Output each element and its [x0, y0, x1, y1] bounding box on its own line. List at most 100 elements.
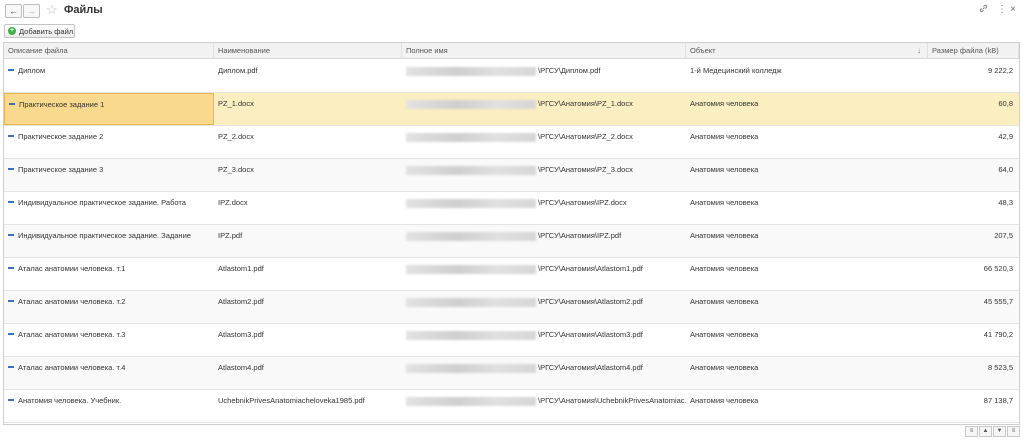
cell-name[interactable]: IPZ.pdf: [214, 225, 402, 257]
column-header-name[interactable]: Наименование: [214, 43, 402, 59]
cell-object[interactable]: Анатомия человека: [686, 258, 928, 290]
add-file-button[interactable]: + Добавить файл: [4, 24, 75, 38]
scroll-last-button[interactable]: ≡: [1007, 426, 1020, 437]
title-bar: ← → ☆ Файлы ⋮ ×: [0, 0, 1023, 22]
cell-full-path[interactable]: \РГСУ\Анатомия\Atlastom4.pdf: [402, 357, 686, 389]
forward-arrow-icon[interactable]: →: [23, 4, 40, 18]
description-text: Анатомия человека. Учебник.: [18, 396, 122, 405]
cell-object[interactable]: Анатомия человека: [686, 324, 928, 356]
cell-full-path[interactable]: \РГСУ\Анатомия\PZ_1.docx: [402, 93, 686, 125]
column-header-description[interactable]: Описание файла: [4, 43, 214, 59]
cell-full-path[interactable]: \РГСУ\Анатомия\IPZ.docx: [402, 192, 686, 224]
cell-description[interactable]: Индивидуальное практическое задание. Зад…: [4, 225, 214, 257]
cell-name[interactable]: PZ_1.docx: [214, 93, 402, 125]
column-header-object[interactable]: Объект ↓: [686, 43, 928, 59]
table-row[interactable]: Диплом Диплом.pdf \РГСУ\Диплом.pdf 1-й Меде…: [4, 60, 1019, 93]
cell-size[interactable]: 87 138,7: [928, 390, 1019, 422]
star-icon[interactable]: ☆: [46, 3, 58, 17]
redacted-path-prefix: [406, 99, 536, 109]
table-row[interactable]: Индивидуальное практическое задание. Раб…: [4, 192, 1019, 225]
cell-description[interactable]: Практическое задание 1: [4, 93, 214, 125]
cell-object[interactable]: Анатомия человека: [686, 291, 928, 323]
description-text: Диплом: [18, 66, 46, 75]
row-marker-icon: [8, 333, 14, 336]
plus-circle-icon: +: [8, 27, 16, 35]
cell-size[interactable]: 45 555,7: [928, 291, 1019, 323]
cell-description[interactable]: Аталас анатомии человека. т.4: [4, 357, 214, 389]
path-suffix-text: \РГСУ\Анатомия\Atlastom4.pdf: [538, 363, 643, 372]
scroll-first-button[interactable]: ≡: [965, 426, 978, 437]
cell-description[interactable]: Аталас анатомии человека. т.3: [4, 324, 214, 356]
table-row[interactable]: Практическое задание 1 PZ_1.docx \РГСУ\Ана…: [4, 93, 1019, 126]
cell-name[interactable]: Atlastom2.pdf: [214, 291, 402, 323]
redacted-path-prefix: [406, 165, 536, 175]
cell-description[interactable]: Анатомия человека. Учебник.: [4, 390, 214, 422]
cell-size[interactable]: 41 790,2: [928, 324, 1019, 356]
row-marker-icon: [8, 168, 14, 171]
table-row[interactable]: Анатомия человека. Учебник. UchebnikPrive…: [4, 390, 1019, 423]
cell-name[interactable]: PZ_2.docx: [214, 126, 402, 158]
redacted-path-prefix: [406, 363, 536, 373]
cell-object[interactable]: Анатомия человека: [686, 93, 928, 125]
table-row[interactable]: Аталас анатомии человека. т.4 Atlastom4.p…: [4, 357, 1019, 390]
cell-size[interactable]: 66 520,3: [928, 258, 1019, 290]
cell-description[interactable]: Диплом: [4, 60, 214, 92]
cell-full-path[interactable]: \РГСУ\Анатомия\UchebnikPrivesAnatomiac..…: [402, 390, 686, 422]
cell-size[interactable]: 48,3: [928, 192, 1019, 224]
cell-full-path[interactable]: \РГСУ\Анатомия\Atlastom2.pdf: [402, 291, 686, 323]
cell-name[interactable]: Atlastom3.pdf: [214, 324, 402, 356]
path-suffix-text: \РГСУ\Диплом.pdf: [538, 66, 601, 75]
cell-size[interactable]: 64,0: [928, 159, 1019, 191]
cell-full-path[interactable]: \РГСУ\Анатомия\Atlastom3.pdf: [402, 324, 686, 356]
row-marker-icon: [8, 69, 14, 72]
path-suffix-text: \РГСУ\Анатомия\Atlastom2.pdf: [538, 297, 643, 306]
cell-name[interactable]: Atlastom1.pdf: [214, 258, 402, 290]
table-row[interactable]: Индивидуальное практическое задание. Зад…: [4, 225, 1019, 258]
path-suffix-text: \РГСУ\Анатомия\Atlastom1.pdf: [538, 264, 643, 273]
redacted-path-prefix: [406, 264, 536, 274]
link-icon[interactable]: [979, 4, 988, 17]
table-row[interactable]: Аталас анатомии человека. т.3 Atlastom3.p…: [4, 324, 1019, 357]
cell-name[interactable]: UchebnikPrivesAnatomiacheloveka1985.pdf: [214, 390, 402, 422]
scroll-up-button[interactable]: ▲: [979, 426, 992, 437]
cell-name[interactable]: Atlastom4.pdf: [214, 357, 402, 389]
more-menu-icon[interactable]: ⋮: [997, 4, 1007, 16]
table-row[interactable]: Практическое задание 2 PZ_2.docx \РГСУ\Ана…: [4, 126, 1019, 159]
cell-object[interactable]: Анатомия человека: [686, 225, 928, 257]
cell-object[interactable]: Анатомия человека: [686, 159, 928, 191]
cell-description[interactable]: Индивидуальное практическое задание. Раб…: [4, 192, 214, 224]
table-row[interactable]: Аталас анатомии человека. т.1 Atlastom1.p…: [4, 258, 1019, 291]
table-row[interactable]: Аталас анатомии человека. т.2 Atlastom2.p…: [4, 291, 1019, 324]
cell-full-path[interactable]: \РГСУ\Анатомия\PZ_3.docx: [402, 159, 686, 191]
cell-name[interactable]: Диплом.pdf: [214, 60, 402, 92]
cell-full-path[interactable]: \РГСУ\Анатомия\IPZ.pdf: [402, 225, 686, 257]
column-header-full-path[interactable]: Полное имя: [402, 43, 686, 59]
cell-description[interactable]: Практическое задание 2: [4, 126, 214, 158]
row-marker-icon: [8, 267, 14, 270]
cell-size[interactable]: 207,5: [928, 225, 1019, 257]
cell-size[interactable]: 9 222,2: [928, 60, 1019, 92]
cell-full-path[interactable]: \РГСУ\Анатомия\PZ_2.docx: [402, 126, 686, 158]
cell-description[interactable]: Аталас анатомии человека. т.2: [4, 291, 214, 323]
cell-full-path[interactable]: \РГСУ\Анатомия\Atlastom1.pdf: [402, 258, 686, 290]
cell-object[interactable]: Анатомия человека: [686, 357, 928, 389]
cell-size[interactable]: 8 523,5: [928, 357, 1019, 389]
cell-description[interactable]: Практическое задание 3: [4, 159, 214, 191]
cell-name[interactable]: PZ_3.docx: [214, 159, 402, 191]
scroll-down-button[interactable]: ▼: [993, 426, 1006, 437]
back-arrow-icon[interactable]: ←: [5, 4, 22, 18]
close-icon[interactable]: ×: [1010, 4, 1016, 16]
sort-down-icon[interactable]: ↓: [917, 43, 921, 59]
table-row[interactable]: Практическое задание 3 PZ_3.docx \РГСУ\Ана…: [4, 159, 1019, 192]
cell-size[interactable]: 42,9: [928, 126, 1019, 158]
cell-description[interactable]: Аталас анатомии человека. т.1: [4, 258, 214, 290]
cell-object[interactable]: Анатомия человека: [686, 192, 928, 224]
cell-object[interactable]: 1-й Медецинский колледж: [686, 60, 928, 92]
cell-object[interactable]: Анатомия человека: [686, 126, 928, 158]
cell-name[interactable]: IPZ.docx: [214, 192, 402, 224]
cell-full-path[interactable]: \РГСУ\Диплом.pdf: [402, 60, 686, 92]
cell-size[interactable]: 60,8: [928, 93, 1019, 125]
files-table[interactable]: Описание файла Наименование Полное имя О…: [3, 42, 1020, 425]
column-header-size[interactable]: Размер файла (kB): [928, 43, 1019, 59]
cell-object[interactable]: Анатомия человека: [686, 390, 928, 422]
